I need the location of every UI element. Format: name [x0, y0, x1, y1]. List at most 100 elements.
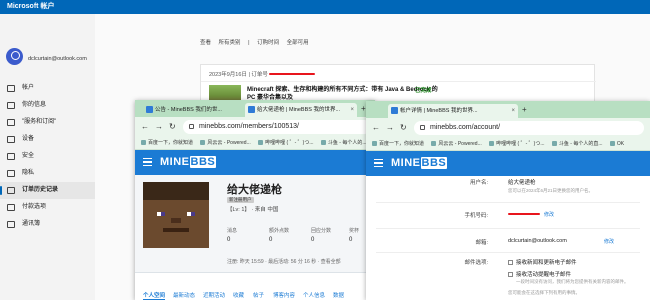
profile-activity: 注册: 昨天 15:59 · 最后活动: 56 分 16 秒 · 查看全部 — [227, 259, 341, 265]
sidebar: dclcurtain@outlook.com 帐户 你的信息 "服务和订阅" 设… — [0, 14, 95, 300]
browser-window-profile: 公告 - MineBBS 我们的世... 给大佬递枪 | MineBBS 我的世… — [135, 100, 375, 300]
bookmark-icon — [258, 140, 264, 145]
bookmark-icon — [431, 141, 437, 146]
menu-icon[interactable] — [374, 159, 383, 167]
site-logo[interactable]: MINEBBS — [391, 157, 448, 169]
sidebar-item-security[interactable]: 安全 — [0, 148, 95, 165]
avatar-nose — [171, 218, 181, 223]
stat-value: 0 — [227, 237, 231, 243]
address-bar[interactable]: minebbs.com/account/ — [414, 121, 644, 135]
bookmarks-bar: 百度一下，你就知道 风云云 - Powered... 哔哩哔哩 ( ゜- ゜)つ… — [366, 138, 650, 151]
tab-profile[interactable]: 给大佬递枪 | MineBBS 我的世界... × — [245, 103, 357, 117]
bookmark-item[interactable]: OK — [609, 138, 624, 150]
sidebar-item-label: "服务和订阅" — [22, 119, 57, 125]
bookmark-icon — [200, 140, 206, 145]
username-value: 给大佬递枪 — [508, 180, 536, 186]
avatar-eye — [157, 212, 165, 216]
tab-recent-activity[interactable]: 近期活动 — [203, 291, 225, 299]
username-hint: 您可以在2024年6月21日更换您的用户名。 — [508, 188, 594, 193]
bookmark-label: 百度一下，你就知道 — [379, 141, 425, 147]
bookmark-item[interactable]: 斗鱼 - 每个人的直... — [551, 138, 603, 150]
avatar[interactable] — [6, 48, 23, 65]
profile-tabs: 个人空间 最新动态 近期活动 收藏 帖子 博客内容 个人信息 数据 — [135, 272, 375, 300]
address-bar-url: minebbs.com/members/100513/ — [199, 123, 299, 130]
bookmark-item[interactable]: 百度一下，你就知道 — [141, 137, 193, 149]
forward-icon[interactable]: → — [155, 122, 163, 131]
sidebar-item-label: 订单历史记录 — [22, 187, 59, 193]
back-icon[interactable]: ← — [372, 123, 380, 132]
shield-icon — [7, 153, 15, 160]
order-status: 已完成 — [415, 88, 432, 94]
reload-icon[interactable]: ↻ — [400, 123, 407, 132]
sidebar-item-privacy[interactable]: 隐私 — [0, 165, 95, 182]
stat-label: 回应分数 — [311, 228, 332, 234]
tab-data[interactable]: 数据 — [333, 291, 344, 299]
new-tab-icon[interactable]: + — [361, 103, 366, 115]
site-logo[interactable]: MINEBBS — [160, 156, 217, 168]
reload-icon[interactable]: ↻ — [169, 122, 176, 131]
sidebar-item-address-book[interactable]: 通讯簿 — [0, 216, 95, 233]
subscriptions-icon — [7, 119, 15, 126]
sidebar-item-devices[interactable]: 设备 — [0, 131, 95, 148]
bookmark-item[interactable]: 哔哩哔哩 ( ゜- ゜)つ... — [258, 137, 314, 149]
email-change-link[interactable]: 修改 — [604, 238, 614, 245]
tab-posts[interactable]: 帖子 — [253, 291, 264, 299]
bookmark-icon — [551, 141, 557, 146]
bookmark-item[interactable]: 哔哩哔哩 ( ゜- ゜)つ... — [489, 138, 545, 150]
sidebar-item-label: 付款选项 — [22, 204, 47, 210]
filter-search-label: 查看 — [200, 40, 212, 46]
sidebar-item-label: 隐私 — [22, 170, 35, 176]
avatar-mouth — [163, 228, 189, 232]
bookmark-item[interactable]: 百度一下，你就知道 — [372, 138, 425, 150]
app-title: Microsoft 帐户 — [7, 3, 55, 10]
forward-icon[interactable]: → — [386, 123, 394, 132]
sidebar-item-subscriptions[interactable]: "服务和订阅" — [0, 114, 95, 131]
tab-account-details[interactable]: 帐户详情 | MineBBS 我的世界... × — [388, 104, 518, 118]
browser-toolbar: ← → ↻ minebbs.com/account/ — [366, 118, 650, 138]
sidebar-item-order-history[interactable]: 订单历史记录 — [0, 182, 95, 199]
close-tab-icon[interactable]: × — [350, 103, 354, 117]
receipt-icon — [7, 187, 15, 194]
activity-checkbox[interactable]: 接收活动提醒电子邮件 — [508, 270, 571, 278]
address-bar-url: minebbs.com/account/ — [430, 124, 501, 131]
bookmark-item[interactable]: 风云云 - Powered... — [431, 138, 482, 150]
bookmark-label: 风云云 - Powered... — [207, 140, 251, 146]
tab-announcements[interactable]: 公告 - MineBBS 我们的世... — [143, 103, 243, 117]
address-bar[interactable]: minebbs.com/members/100513/ — [183, 120, 371, 134]
lock-icon — [189, 124, 194, 129]
sidebar-item-label: 安全 — [22, 153, 35, 159]
newsletter-checkbox[interactable]: 接收新闻和更新电子邮件 — [508, 258, 577, 266]
browser-window-account: 帐户详情 | MineBBS 我的世界... × + ← → ↻ minebbs.… — [366, 101, 650, 300]
divider — [376, 228, 640, 229]
tab-profile-space[interactable]: 个人空间 — [143, 291, 166, 300]
laptop-icon — [7, 136, 15, 143]
tab-favorites[interactable]: 收藏 — [233, 291, 244, 299]
tab-blog[interactable]: 博客内容 — [273, 291, 295, 299]
close-tab-icon[interactable]: × — [511, 104, 515, 118]
period-dropdown[interactable]: 全部可用 — [287, 40, 309, 46]
profile-avatar[interactable] — [143, 182, 209, 248]
sidebar-item-account[interactable]: 帐户 — [0, 80, 95, 97]
site-header: MINEBBS — [366, 151, 650, 176]
email-label: 邮箱: — [475, 240, 488, 246]
phone-label: 手机号码: — [464, 213, 488, 219]
bookmark-icon — [372, 141, 377, 146]
sidebar-item-label: 设备 — [22, 136, 35, 142]
bookmark-item[interactable]: 风云云 - Powered... — [200, 137, 251, 149]
menu-icon[interactable] — [143, 158, 152, 166]
tab-personal-info[interactable]: 个人信息 — [303, 291, 325, 299]
sidebar-item-payment[interactable]: 付款选项 — [0, 199, 95, 216]
stat-reactions: 回应分数 0 — [311, 227, 346, 243]
bookmark-item[interactable]: 斗鱼 - 每个人的... — [320, 137, 367, 149]
sidebar-item-your-info[interactable]: 你的信息 — [0, 97, 95, 114]
back-icon[interactable]: ← — [141, 122, 149, 131]
username-label: 用户名: — [469, 180, 488, 186]
avatar-hair — [143, 182, 209, 200]
divider — [376, 202, 640, 203]
email-value: dclcurtain@outlook.com — [508, 238, 567, 244]
stat-points: 额外点数 0 — [269, 227, 304, 243]
tab-latest-activity[interactable]: 最新动态 — [173, 291, 195, 299]
new-tab-icon[interactable]: + — [522, 104, 527, 116]
phone-change-link[interactable]: 修改 — [544, 211, 554, 218]
category-dropdown[interactable]: 所有类别 — [219, 40, 241, 46]
